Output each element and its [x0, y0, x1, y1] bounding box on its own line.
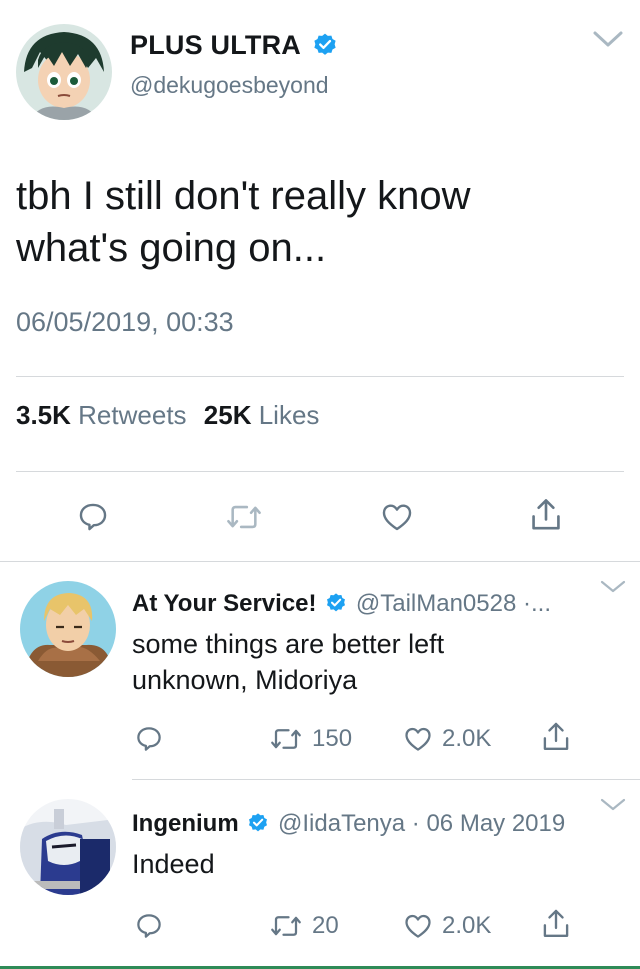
author-name[interactable]: PLUS ULTRA — [130, 30, 338, 61]
retweet-icon[interactable] — [224, 500, 264, 534]
like-count: 2.0K — [442, 912, 492, 939]
like-label[interactable]: Likes — [259, 400, 320, 430]
share-icon[interactable] — [540, 720, 572, 754]
retweet-icon — [271, 729, 301, 749]
like-icon[interactable] — [380, 500, 414, 534]
divider — [0, 561, 640, 562]
reply-text-line: Indeed — [132, 849, 215, 879]
retweet-label[interactable]: Retweets — [78, 400, 186, 430]
reply-meta: · 06 May 2019 — [411, 810, 566, 837]
verified-badge-icon — [314, 33, 336, 55]
divider — [16, 471, 624, 472]
like-button[interactable]: 2.0K — [402, 911, 491, 941]
chevron-down-icon[interactable] — [600, 798, 626, 812]
avatar[interactable] — [20, 799, 116, 895]
retweet-count: 150 — [312, 725, 353, 752]
chevron-down-icon[interactable] — [600, 580, 626, 594]
share-icon[interactable] — [540, 907, 572, 941]
reply-text-line: unknown, Midoriya — [132, 665, 358, 695]
reply-text: Indeed — [132, 846, 612, 882]
share-icon[interactable] — [528, 496, 564, 534]
divider — [16, 376, 624, 377]
verified-badge-icon — [249, 813, 268, 831]
reply-author-name[interactable]: Ingenium — [132, 810, 239, 837]
retweet-count: 20 — [312, 912, 339, 939]
divider — [132, 779, 640, 780]
retweet-icon — [271, 916, 301, 936]
verified-badge-icon — [327, 593, 346, 611]
tweet-timestamp[interactable]: 06/05/2019, 00:33 — [16, 307, 234, 338]
author-handle[interactable]: @dekugoesbeyond — [130, 72, 329, 99]
tweet-text-line: tbh I still don't really know — [16, 174, 471, 218]
tweet-text-line: what's going on... — [16, 226, 327, 270]
avatar[interactable] — [16, 24, 112, 120]
avatar[interactable] — [20, 581, 116, 677]
author-name-text[interactable]: PLUS ULTRA — [130, 30, 300, 60]
tweet-text: tbh I still don't really know what's goi… — [16, 170, 616, 274]
reply-icon[interactable] — [134, 911, 164, 941]
reply-author-handle[interactable]: @TailMan0528 — [356, 590, 516, 617]
retweet-button[interactable]: 20 — [268, 911, 339, 941]
retweet-button[interactable]: 150 — [268, 724, 352, 754]
reply-icon[interactable] — [134, 724, 164, 754]
reply-header: Ingenium @IidaTenya · 06 May 2019 — [132, 810, 565, 838]
like-count[interactable]: 25K — [204, 400, 252, 430]
reply-author-name[interactable]: At Your Service! — [132, 590, 317, 617]
tweet-stats: 3.5K Retweets 25K Likes — [16, 400, 319, 431]
chevron-down-icon[interactable] — [592, 30, 624, 50]
reply-author-handle[interactable]: @IidaTenya — [278, 810, 405, 837]
reply-text: some things are better left unknown, Mid… — [132, 626, 612, 698]
like-icon — [405, 914, 431, 938]
reply-text-line: some things are better left — [132, 629, 445, 659]
like-count: 2.0K — [442, 725, 492, 752]
retweet-count[interactable]: 3.5K — [16, 400, 71, 430]
reply-icon[interactable] — [76, 500, 110, 534]
reply-meta: ·... — [522, 590, 551, 617]
like-button[interactable]: 2.0K — [402, 724, 491, 754]
like-icon — [405, 727, 431, 751]
reply-header: At Your Service! @TailMan0528 ·... — [132, 590, 551, 618]
